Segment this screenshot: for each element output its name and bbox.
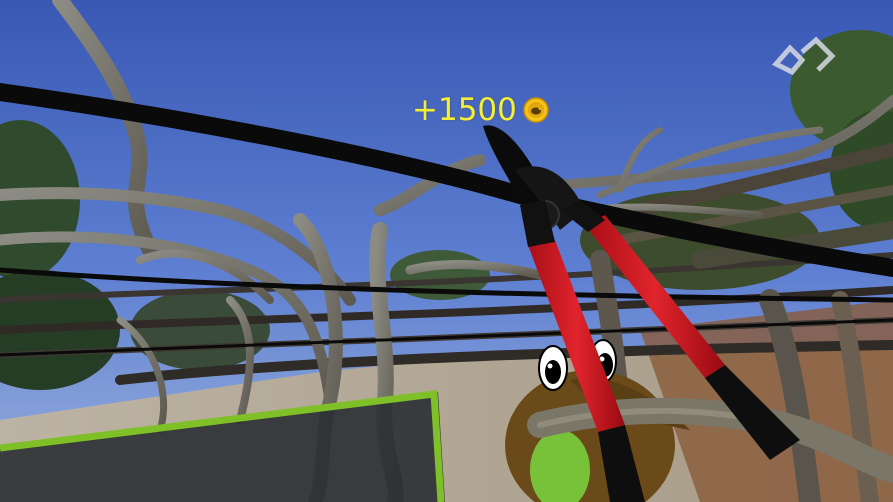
game-logo-icon [771,36,836,76]
world-scene [0,0,893,502]
score-popup-text: +1500 [412,92,517,128]
score-popup: +1500 [412,92,549,128]
kiwi-coin-icon [523,97,549,123]
game-viewport[interactable]: +1500 [0,0,893,502]
